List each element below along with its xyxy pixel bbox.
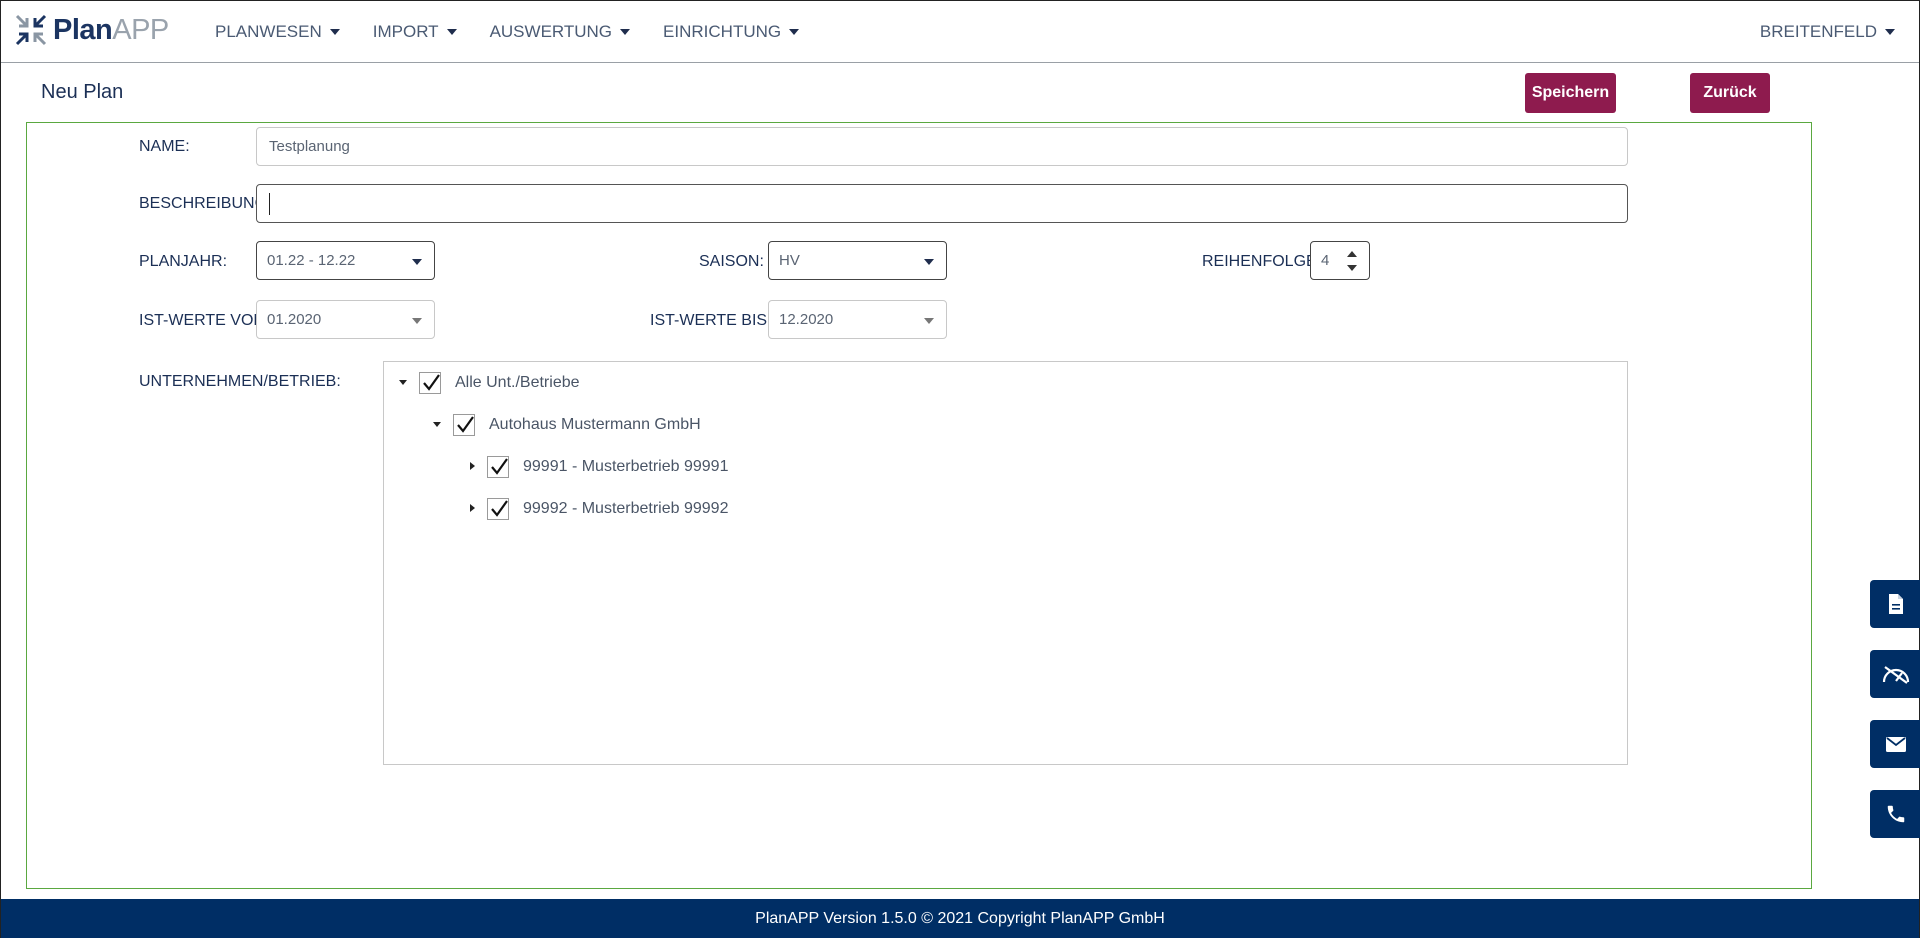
chevron-down-icon [412,318,422,324]
nav-auswertung[interactable]: AUSWERTUNG [489,22,631,42]
ist-bis-select[interactable]: 12.2020 [768,300,947,339]
page-title: Neu Plan [41,81,124,103]
planapp-logo[interactable]: PlanAPP [15,13,169,47]
ist-von-value: 01.2020 [267,311,322,328]
chevron-down-icon [412,259,422,265]
reihenfolge-stepper[interactable]: 4 [1310,241,1370,280]
tree-expand-icon[interactable] [463,458,481,476]
planjahr-select[interactable]: 01.22 - 12.22 [256,241,435,280]
check-icon [457,416,474,433]
speedometer-icon [1882,666,1909,684]
name-input[interactable]: Testplanung [256,127,1628,166]
name-input-value: Testplanung [269,138,350,155]
tree-checkbox[interactable] [419,372,441,394]
check-icon [423,374,440,391]
document-button[interactable] [1870,580,1920,628]
back-button[interactable]: Zurück [1690,73,1770,113]
unternehmen-label: UNTERNEHMEN/BETRIEB: [139,373,341,390]
planjahr-value: 01.22 - 12.22 [267,252,356,269]
tree-checkbox[interactable] [453,414,475,436]
saison-value: HV [779,252,800,269]
tree-item: Autohaus Mustermann GmbH [429,411,701,439]
ist-bis-label: IST-WERTE BIS: [650,312,772,329]
planjahr-label: PLANJAHR: [139,253,228,270]
text-cursor [269,192,270,215]
logo-text-plan: Plan [53,13,113,46]
footer-copyright: PlanAPP Version 1.5.0 © 2021 Copyright P… [755,909,1165,927]
check-icon [491,500,508,517]
name-label: NAME: [139,138,190,155]
unternehmen-tree: Alle Unt./Betriebe Autohaus Mustermann G… [383,361,1628,765]
chevron-down-icon [924,259,934,265]
reihenfolge-value: 4 [1321,252,1330,269]
chevron-down-icon [329,29,340,35]
nav-planwesen-label: PLANWESEN [215,22,322,41]
tree-item-label: 99992 - Musterbetrieb 99992 [523,500,729,517]
logo-text-app: APP [112,13,169,46]
tree-item: Alle Unt./Betriebe [395,369,580,397]
main-nav: PLANWESEN IMPORT AUSWERTUNG EINRICHTUNG [215,1,832,63]
reihenfolge-label: REIHENFOLGE: [1202,253,1322,270]
tree-item-label: Autohaus Mustermann GmbH [489,416,701,433]
top-navbar: PlanAPP PLANWESEN IMPORT AUSWERTUNG EINR… [1,1,1919,63]
tree-checkbox[interactable] [487,498,509,520]
mail-button[interactable] [1870,720,1920,768]
beschreibung-label: BESCHREIBUNG: [139,195,272,212]
nav-einrichtung[interactable]: EINRICHTUNG [663,22,800,42]
nav-auswertung-label: AUSWERTUNG [489,22,613,41]
save-button[interactable]: Speichern [1525,73,1616,113]
phone-button[interactable] [1870,790,1920,838]
chevron-down-icon [924,318,934,324]
nav-import[interactable]: IMPORT [373,22,457,42]
user-name: BREITENFELD [1759,22,1877,41]
tree-item: 99991 - Musterbetrieb 99991 [463,453,728,481]
ist-bis-value: 12.2020 [779,311,834,328]
chevron-down-icon [620,29,631,35]
chevron-down-icon [789,29,800,35]
saison-label: SAISON: [699,253,764,270]
ist-von-label: IST-WERTE VON: [139,312,270,329]
phone-icon [1887,805,1904,823]
footer: PlanAPP Version 1.5.0 © 2021 Copyright P… [1,899,1919,938]
user-menu[interactable]: BREITENFELD [1760,1,1895,63]
chevron-down-icon [1885,29,1895,35]
nav-import-label: IMPORT [372,22,439,41]
tree-checkbox[interactable] [487,456,509,478]
stepper-arrows-icon[interactable] [1347,251,1357,271]
mail-icon [1885,736,1906,752]
document-icon [1888,594,1903,614]
nav-planwesen[interactable]: PLANWESEN [215,22,340,42]
beschreibung-input[interactable] [256,184,1628,223]
check-icon [491,458,508,475]
tree-item: 99992 - Musterbetrieb 99992 [463,495,728,523]
tree-collapse-icon[interactable] [395,374,413,392]
tree-collapse-icon[interactable] [429,416,447,434]
saison-select[interactable]: HV [768,241,947,280]
ist-von-select[interactable]: 01.2020 [256,300,435,339]
tree-item-label: Alle Unt./Betriebe [455,374,580,391]
chevron-down-icon [446,29,457,35]
tree-item-label: 99991 - Musterbetrieb 99991 [523,458,729,475]
plan-form-panel: NAME: Testplanung BESCHREIBUNG: PLANJAHR… [26,122,1812,889]
dashboard-button[interactable] [1870,650,1920,698]
logo-arrows-icon [15,14,47,46]
nav-einrichtung-label: EINRICHTUNG [663,22,782,41]
tree-expand-icon[interactable] [463,500,481,518]
